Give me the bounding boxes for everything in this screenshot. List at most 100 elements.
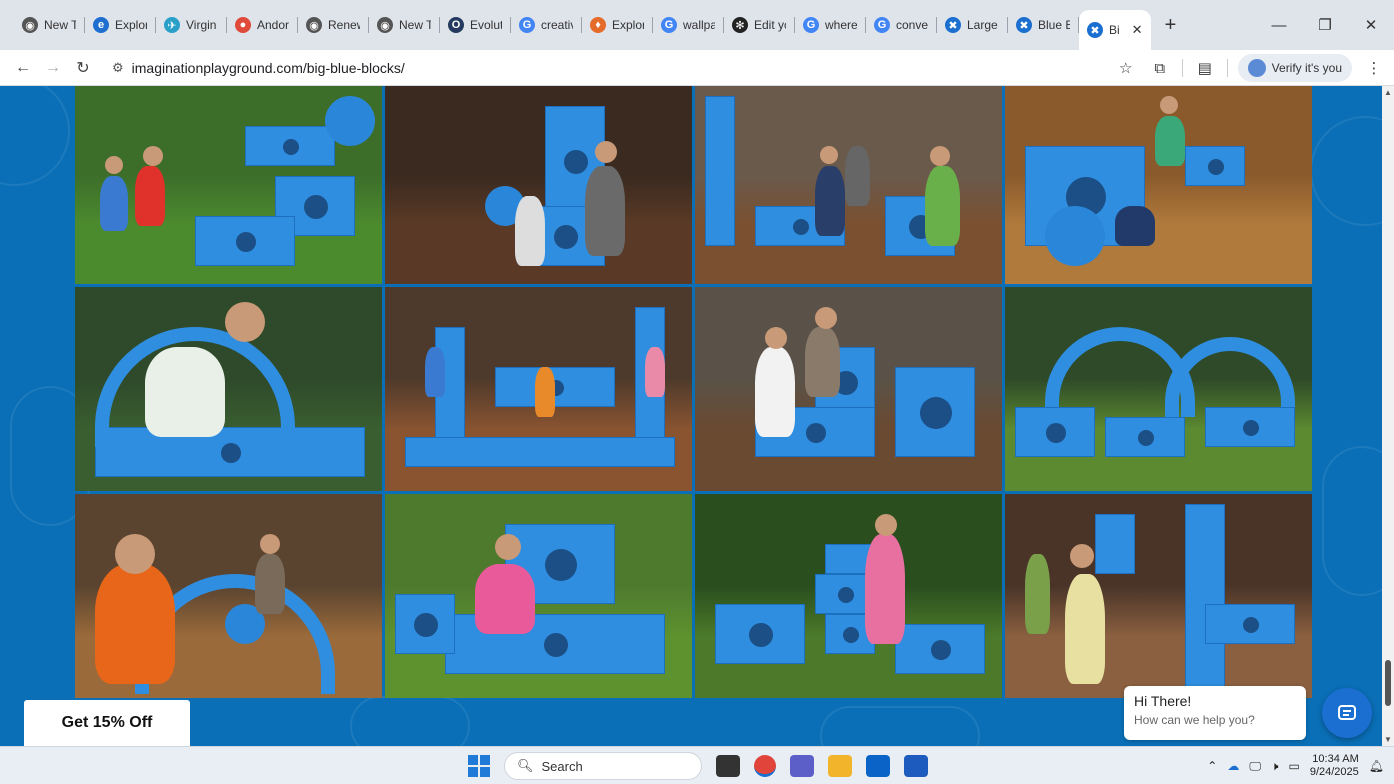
browser-tab[interactable]: ✈ Virgin <box>156 7 226 43</box>
page-scrollbar[interactable]: ▲ ▼ <box>1382 86 1394 746</box>
browser-tab[interactable]: Gcreativ <box>511 7 581 43</box>
scrollbar-thumb[interactable] <box>1385 660 1391 706</box>
child-figure <box>585 166 625 256</box>
address-bar[interactable]: ⚙ imaginationplayground.com/big-blue-blo… <box>112 55 1132 81</box>
block-hole <box>1243 617 1259 633</box>
toolbar-actions: ☆ ⧉ ▤ Verify it's you ⋮ <box>1114 53 1386 83</box>
photo-girl-lifting-block[interactable] <box>1005 494 1312 698</box>
photo-overhead-kids-floor[interactable] <box>1005 86 1312 284</box>
chevron-up-icon[interactable]: ⌃ <box>1207 759 1217 773</box>
close-tab-icon[interactable]: ✕ <box>1132 22 1143 38</box>
browser-tab[interactable]: Gwallpa <box>653 7 723 43</box>
word-icon[interactable] <box>904 755 928 777</box>
browser-tab[interactable]: ♦ Explor <box>582 7 652 43</box>
back-icon[interactable]: ← <box>8 59 38 77</box>
bookmark-star-icon[interactable]: ☆ <box>1114 59 1138 77</box>
photo-boy-climbing-blocks[interactable] <box>75 287 382 491</box>
minimize-icon[interactable]: — <box>1256 17 1302 34</box>
tab-title: Large <box>967 18 998 32</box>
scroll-down-icon[interactable]: ▼ <box>1384 735 1392 744</box>
onedrive-icon[interactable]: ☁ <box>1227 759 1239 773</box>
reading-mode-icon[interactable]: ▤ <box>1193 59 1217 77</box>
battery-icon[interactable]: ▭ <box>1288 759 1299 773</box>
browser-tab-active[interactable]: ✖ Bi ✕ <box>1079 10 1151 50</box>
windows-taskbar: 🔍︎ Search ⌃ ☁ 🖵︎ 🕨︎ ▭ 10:34 AM 9/24/2025… <box>0 746 1394 784</box>
chat-greeting: Hi There! <box>1134 693 1192 709</box>
browser-tab[interactable]: Gwhere <box>795 7 865 43</box>
google-icon: G <box>803 17 819 33</box>
reload-icon[interactable]: ↻ <box>68 58 98 78</box>
browser-tab[interactable]: O Evoluti <box>440 7 510 43</box>
photo-toddler-curved-track[interactable] <box>75 494 382 698</box>
tab-title: creativ <box>541 18 573 32</box>
block-hole <box>564 150 588 174</box>
browser-tab[interactable]: ✖ Blue B <box>1008 7 1078 43</box>
child-figure <box>143 146 163 166</box>
site-info-icon[interactable]: ⚙ <box>112 60 124 76</box>
forward-icon[interactable]: → <box>38 59 68 77</box>
chat-launcher-button[interactable] <box>1322 688 1372 738</box>
browser-tab[interactable]: ◉ Renew <box>298 7 368 43</box>
airline-icon: ✈ <box>164 17 180 33</box>
foam-block <box>895 367 975 457</box>
volume-icon[interactable]: 🕨︎ <box>1271 759 1279 774</box>
foam-block <box>1045 206 1105 266</box>
url-text[interactable]: imaginationplayground.com/big-blue-block… <box>132 60 405 76</box>
network-icon[interactable]: 🖵︎ <box>1249 759 1261 774</box>
close-window-icon[interactable]: ✕ <box>1348 16 1394 34</box>
extensions-icon[interactable]: ⧉ <box>1148 60 1172 77</box>
child-figure <box>225 302 265 342</box>
photo-kids-stacking-lawn[interactable] <box>75 86 382 284</box>
restore-icon[interactable]: ❐ <box>1302 16 1348 34</box>
menu-icon[interactable]: ⋮ <box>1362 59 1386 77</box>
photo-girl-sitting-grass[interactable] <box>385 494 692 698</box>
foam-block <box>1015 407 1095 457</box>
chrome-icon: ◉ <box>377 17 393 33</box>
profile-button[interactable]: Verify it's you <box>1237 54 1352 82</box>
browser-tab[interactable]: ◉ New T <box>369 7 439 43</box>
child-figure <box>1070 544 1094 568</box>
block-hole <box>920 397 952 429</box>
browser-tab[interactable]: ✻ Edit yc <box>724 7 794 43</box>
child-figure <box>135 166 165 226</box>
tab-title: New T <box>44 18 76 32</box>
child-figure <box>105 156 123 174</box>
photo-blue-arches-grass[interactable] <box>1005 287 1312 491</box>
taskbar-search[interactable]: 🔍︎ Search <box>504 752 702 780</box>
search-icon: 🔍︎ <box>517 758 534 773</box>
playground-icon: ✖ <box>1087 22 1103 38</box>
browser-tab[interactable]: ● Andor <box>227 7 297 43</box>
photo-two-boys-stone-wall[interactable] <box>695 287 1002 491</box>
photo-boy-carrying-blocks[interactable] <box>385 86 692 284</box>
foam-block <box>1185 146 1245 186</box>
tab-title: Renew <box>328 18 360 32</box>
tab-title: New T <box>399 18 431 32</box>
browser-tab[interactable]: Gconve <box>866 7 936 43</box>
chrome-icon[interactable] <box>754 755 776 777</box>
child-figure <box>645 347 665 397</box>
browser-tab[interactable]: ◉ New T <box>14 7 84 43</box>
foam-block <box>195 216 295 266</box>
browser-tab[interactable]: e Explor <box>85 7 155 43</box>
playground-icon: ✖ <box>945 17 961 33</box>
teams-icon[interactable] <box>790 755 814 777</box>
new-tab-button[interactable]: + <box>1151 14 1191 37</box>
photo-girl-stacking-garden[interactable] <box>695 494 1002 698</box>
notifications-icon[interactable]: 🔔︎ <box>1369 759 1384 773</box>
file-explorer-icon[interactable] <box>828 755 852 777</box>
task-view-icon[interactable] <box>716 755 740 777</box>
start-icon[interactable] <box>468 755 490 777</box>
browser-tab[interactable]: ✖ Large <box>937 7 1007 43</box>
foam-block <box>1205 407 1295 447</box>
window-controls: — ❐ ✕ <box>1256 0 1394 50</box>
outlook-icon[interactable] <box>866 755 890 777</box>
child-figure <box>755 347 795 437</box>
photo-boys-building-hall[interactable] <box>695 86 1002 284</box>
child-figure <box>1115 206 1155 246</box>
foam-block <box>895 624 985 674</box>
photo-group-play-hall[interactable] <box>385 287 692 491</box>
clock[interactable]: 10:34 AM 9/24/2025 <box>1310 753 1359 779</box>
scroll-up-icon[interactable]: ▲ <box>1384 88 1392 97</box>
promo-button[interactable]: Get 15% Off <box>24 700 190 746</box>
chat-greeting-bubble[interactable]: Hi There! How can we help you? <box>1124 686 1306 740</box>
